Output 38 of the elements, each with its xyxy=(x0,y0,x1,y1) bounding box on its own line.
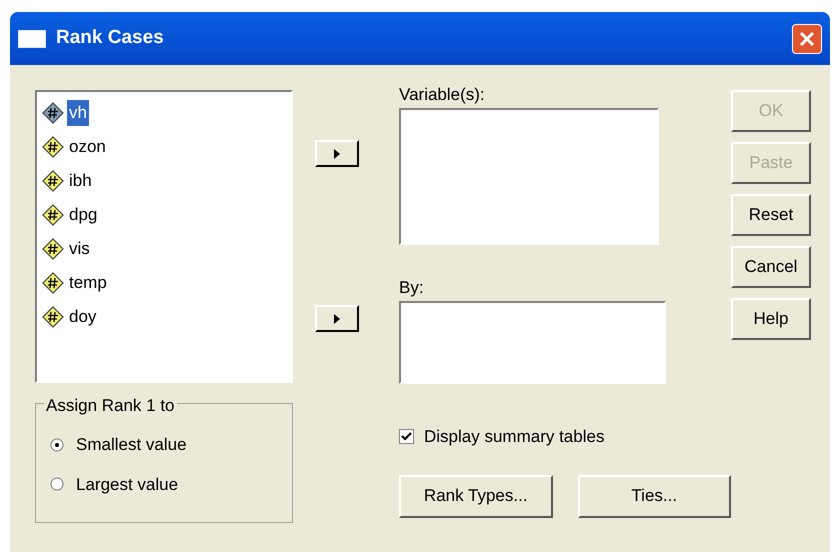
numeric-variable-icon xyxy=(42,136,64,158)
variable-item[interactable]: vis xyxy=(67,236,92,262)
radio-label: Largest value xyxy=(76,474,178,496)
variable-item[interactable]: temp xyxy=(67,270,109,296)
numeric-variable-icon xyxy=(42,170,64,192)
dialog-button[interactable]: Cancel xyxy=(731,246,811,288)
numeric-variable-icon xyxy=(42,102,64,124)
numeric-variable-icon xyxy=(42,306,64,328)
close-button[interactable] xyxy=(792,24,822,54)
field-label: Variable(s): xyxy=(399,85,486,105)
window-title: Rank Cases xyxy=(56,26,164,50)
radio-button[interactable] xyxy=(50,438,64,452)
numeric-variable-icon xyxy=(42,272,64,294)
play-icon xyxy=(334,314,340,324)
variable-item[interactable]: dpg xyxy=(67,202,100,228)
dialog-button[interactable]: Rank Types... xyxy=(399,474,552,518)
dialog-button[interactable]: Help xyxy=(731,298,811,340)
close-icon xyxy=(799,30,815,46)
variable-item[interactable]: ibh xyxy=(67,168,94,194)
dialog-button[interactable]: Ties... xyxy=(578,474,731,518)
checkbox[interactable] xyxy=(399,429,414,444)
window-icon xyxy=(18,30,46,48)
variable-list[interactable]: vh ozon ibh dpg vis temp doy xyxy=(35,90,293,383)
play-icon xyxy=(334,148,340,158)
variables-box[interactable] xyxy=(399,108,659,245)
numeric-variable-icon xyxy=(42,204,64,226)
summary-checkbox[interactable]: Display summary tables xyxy=(399,424,731,450)
dialog-button[interactable]: Reset xyxy=(731,194,811,236)
variable-item[interactable]: vh xyxy=(67,100,89,126)
numeric-variable-icon xyxy=(42,238,64,260)
variable-item[interactable]: ozon xyxy=(67,134,108,160)
field-label: By: xyxy=(399,278,425,298)
variable-item[interactable]: doy xyxy=(67,304,98,330)
move-button[interactable] xyxy=(315,140,359,167)
move-button[interactable] xyxy=(315,305,359,332)
radio-button[interactable] xyxy=(50,477,64,492)
by-box[interactable] xyxy=(399,301,666,384)
radio-label: Smallest value xyxy=(76,434,187,456)
